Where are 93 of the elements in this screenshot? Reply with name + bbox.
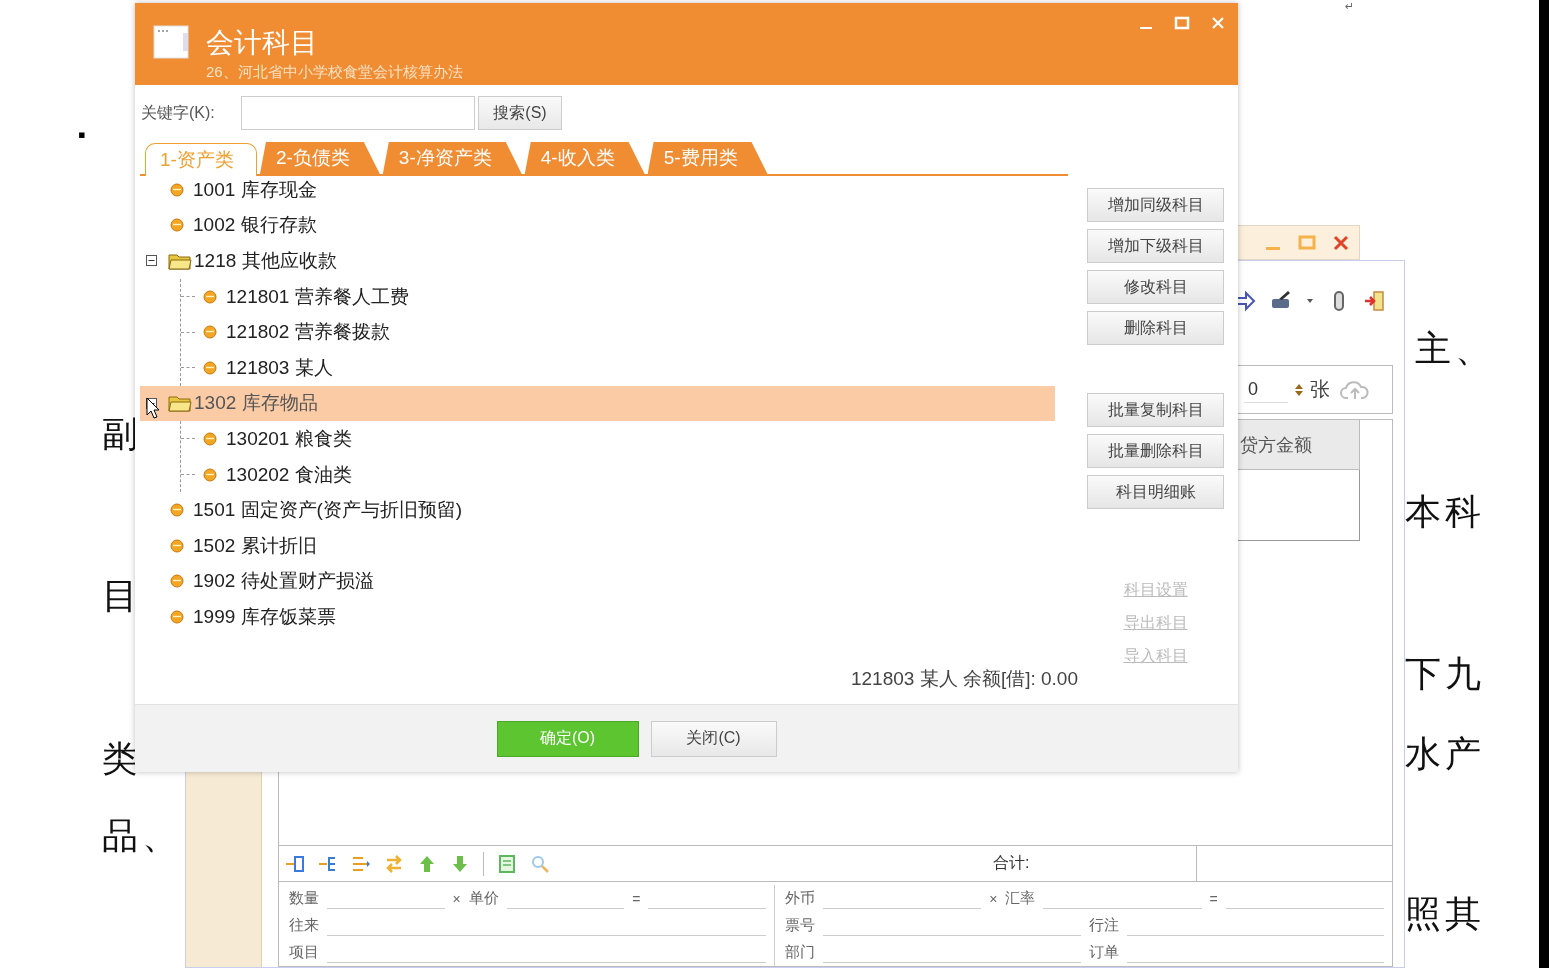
folder-icon [168,252,192,270]
tree-row[interactable]: 130201 粮食类 [181,421,1056,457]
ball-icon [170,609,184,624]
tree-label: 1302 库存物品 [194,391,318,416]
ball-icon [203,431,217,446]
cloud-upload-icon[interactable] [1340,378,1370,401]
ball-icon [170,218,184,233]
ball-icon [203,325,217,340]
exit-icon[interactable] [1363,288,1387,313]
field-label: 汇率 [1005,889,1036,908]
cursor-icon [146,396,160,419]
action-button[interactable]: 修改科目 [1087,270,1224,304]
total-label: 合计: [993,853,1031,874]
action-button[interactable]: 增加下级科目 [1087,229,1224,263]
operator-sign: = [632,890,641,907]
tree-row[interactable]: 1999 库存饭菜票 [140,599,1055,635]
count-field[interactable]: 0 [1244,376,1288,403]
document-text: 水产 [1405,732,1485,776]
ball-icon [203,467,217,482]
tree-label: 121803 某人 [226,355,333,380]
tree-label: 1502 累计折旧 [193,533,317,558]
tree-label: 121801 营养餐人工费 [226,284,409,309]
close-icon[interactable] [1210,15,1226,31]
document-text: 照其 [1405,892,1485,936]
action-button[interactable]: 批量删除科目 [1087,434,1224,468]
ball-icon [170,182,184,197]
swap-icon[interactable] [384,853,404,874]
tree-row[interactable]: 121802 营养餐拨款 [181,314,1056,350]
document-text: 类 [102,737,142,781]
ball-icon [170,574,184,589]
tree-label: 130202 食油类 [226,462,352,487]
collapse-icon[interactable] [146,255,157,267]
tree-row[interactable]: 1218 其他应收款 [140,243,1055,279]
action-button[interactable]: 增加同级科目 [1087,188,1224,222]
folder-icon [168,394,192,413]
field-label: 单价 [468,889,499,908]
selected-tree-row[interactable]: 1302 库存物品 [140,385,1055,422]
operator-sign: = [1209,890,1218,907]
field-label: 订单 [1088,943,1119,962]
action-button[interactable]: 删除科目 [1087,311,1224,345]
dialog-title: 会计科目 [206,26,319,60]
action-button[interactable]: 科目明细账 [1087,475,1224,509]
document-text: 下九 [1405,652,1485,696]
tree-row[interactable]: 130202 食油类 [181,456,1056,493]
ball-icon [203,289,217,304]
operator-sign: × [989,890,998,907]
unit-label: 张 [1310,377,1330,403]
keyword-field[interactable] [241,96,475,130]
document-text: 本科 [1405,490,1485,534]
tree-label: 1001 库存现金 [193,177,317,202]
ball-icon [203,360,217,375]
document-text: 品、 [102,814,182,858]
tree-label: 1999 库存饭菜票 [193,604,336,629]
close-button[interactable]: 关闭(C) [650,720,777,757]
tree-row[interactable]: 121801 营养餐人工费 [181,278,1056,315]
window-icon [153,25,189,59]
insert-row-icon[interactable] [285,853,305,874]
document-text: 副 [102,412,142,456]
ball-icon [170,538,184,553]
paragraph-mark: ↵ [1345,0,1355,13]
field-label: 行注 [1088,916,1119,935]
document-text: 目 [102,574,142,618]
field-label: 外币 [785,889,815,908]
tree-label: 121802 营养餐拨款 [226,320,390,345]
tree-label: 1002 银行存款 [193,213,317,238]
search-button[interactable]: 搜索(S) [478,96,562,130]
down-arrow-icon[interactable] [450,853,470,874]
tree-label: 1501 固定资产(资产与折旧预留) [193,498,463,523]
document-icon[interactable] [497,853,517,874]
ball-icon [170,503,184,518]
tree-row[interactable]: 1002 银行存款 [140,207,1055,244]
column-header: 贷方金额 [1237,420,1360,471]
status-text: 121803 某人 余额[借]: 0.00 [850,667,1078,691]
operator-sign: × [452,890,461,907]
search-icon[interactable] [530,853,550,874]
action-button[interactable]: 批量复制科目 [1087,393,1224,427]
tree-row[interactable]: 121803 某人 [181,349,1056,386]
tree-label: 1902 待处置财产损溢 [193,569,374,594]
field-label: 部门 [785,943,815,962]
tree-label: 1218 其他应收款 [194,249,337,273]
field-label: 票号 [785,916,815,935]
tree-label: 130201 粮食类 [226,426,352,451]
maximize-icon[interactable] [1174,15,1190,31]
keyword-label: 关键字(K): [141,102,216,123]
document-text: 主、 [1415,327,1495,371]
tree-row[interactable]: 1502 累计折旧 [140,527,1055,564]
tree-row[interactable]: 1501 固定资产(资产与折旧预留) [140,492,1055,528]
dialog-subtitle: 26、河北省中小学校食堂会计核算办法 [206,63,463,82]
bullet-mark: ▪ [78,122,86,148]
field-label: 项目 [289,943,319,962]
field-label: 往来 [289,916,319,935]
tree-row[interactable]: 1902 待处置财产损溢 [140,563,1055,600]
field-label: 数量 [289,889,319,908]
